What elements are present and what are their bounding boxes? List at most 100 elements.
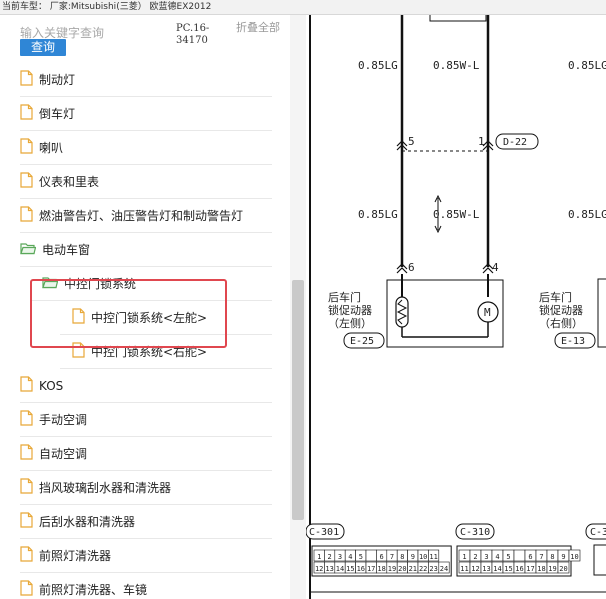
actuator-right-line-3: （右侧） [539, 316, 583, 330]
vertical-scrollbar[interactable] [290, 15, 306, 599]
file-icon [20, 545, 33, 566]
tree-item[interactable]: 中控门锁系统 [30, 267, 272, 301]
pin-number: 1 [462, 553, 466, 561]
tree-item[interactable]: 中控门锁系统<右舵> [60, 335, 272, 369]
search-area: 查询 PC.16-34170 折叠全部 [0, 15, 290, 61]
document-code: PC.16-34170 [176, 23, 210, 46]
folder-open-icon [20, 240, 37, 259]
tree-item[interactable]: 手动空调 [20, 403, 272, 437]
tree-item[interactable]: 倒车灯 [20, 97, 272, 131]
actuator-left-line-2: 锁促动器 [328, 303, 372, 317]
pin-number: 9 [561, 553, 565, 561]
tree-item-label: 手动空调 [39, 413, 88, 427]
pin-number: 23 [429, 565, 437, 573]
pin-number: 15 [504, 565, 512, 573]
tree-item-label: 前照灯清洗器、车镜 [39, 583, 148, 597]
pin-number: 5 [359, 553, 363, 561]
pin-number: 20 [559, 565, 567, 573]
tree-item[interactable]: KOS [20, 369, 272, 403]
pin-cell [513, 549, 526, 562]
collapse-all-link[interactable]: 折叠全部 [236, 22, 280, 34]
file-icon [20, 137, 33, 158]
tree-item[interactable]: 电动车窗 [20, 233, 272, 267]
pin-number: 19 [388, 565, 396, 573]
tree-item[interactable]: 自动空调 [20, 437, 272, 471]
pin-number: 5 [506, 553, 510, 561]
wire-label-3: 0.85LG [568, 59, 606, 72]
pin-number: 3 [484, 553, 488, 561]
pin-number: 10 [419, 553, 427, 561]
tree-item[interactable]: 中控门锁系统<左舵> [60, 301, 272, 335]
pin-number: 7 [390, 553, 394, 561]
wiring-diagram-svg: 0.85LG 0.85W-L 0.85LG 5 1 D-22 0.85LG 0.… [306, 15, 606, 599]
file-icon [20, 69, 33, 90]
connector-e25-label: E-25 [350, 336, 374, 347]
pin-number: 4 [348, 553, 352, 561]
file-icon [20, 443, 33, 464]
pin-number: 19 [548, 565, 556, 573]
connector-c310-label: C-310 [460, 527, 490, 538]
tree-item-label: 前照灯清洗器 [39, 549, 112, 563]
pin-number: 16 [515, 565, 523, 573]
tree-item-label: 电动车窗 [42, 243, 91, 257]
file-icon [20, 579, 33, 599]
tree-item-label: 中控门锁系统<左舵> [91, 311, 208, 325]
pin-number: 10 [570, 553, 578, 561]
pin-number: 2 [327, 553, 331, 561]
pin-number: 20 [398, 565, 406, 573]
tree-item-label: 中控门锁系统 [64, 277, 137, 291]
pin-number: 11 [429, 553, 437, 561]
wiring-diagram: 0.85LG 0.85W-L 0.85LG 5 1 D-22 0.85LG 0.… [306, 15, 606, 599]
pin-number: 14 [493, 565, 501, 573]
connector-c3-body [593, 544, 606, 576]
pin-label-6: 6 [408, 261, 415, 274]
pin-number: 18 [377, 565, 385, 573]
motor-label: M [484, 306, 491, 319]
actuator-right-line-1: 后车门 [539, 290, 572, 304]
connector-top-box [429, 15, 487, 22]
tree-item-label: 倒车灯 [39, 107, 76, 121]
pin-number: 12 [471, 565, 479, 573]
connector-c310-pins: 1 2 3 4 5 6 7 8 9 1011 12 13 14 15 16 17 18 19 20 [456, 545, 581, 577]
connector-d22-label: D-22 [503, 137, 527, 148]
file-icon [72, 307, 85, 328]
pin-number: 4 [495, 553, 499, 561]
wire-label-4: 0.85LG [358, 208, 398, 221]
pin-number: 21 [409, 565, 417, 573]
tree-item-label: KOS [39, 378, 64, 393]
pin-number: 17 [367, 565, 375, 573]
connector-c301-pins: 1 2 3 4 5 6 7 8 9 10 1112 13 14 15 16 17 18 19 20 21 22 23 24 [311, 545, 452, 577]
wire-label-5: 0.85W-L [433, 208, 480, 221]
tree-item[interactable]: 喇叭 [20, 131, 272, 165]
pin-number: 6 [528, 553, 532, 561]
tree-item-label: 后刮水器和清洗器 [39, 515, 136, 529]
tree-item-label: 喇叭 [39, 141, 64, 155]
tree-item[interactable]: 燃油警告灯、油压警告灯和制动警告灯 [20, 199, 272, 233]
pin-label-5: 5 [408, 135, 415, 148]
tree-item[interactable]: 挡风玻璃刮水器和清洗器 [20, 471, 272, 505]
current-vehicle-text: 当前车型： 厂家:Mitsubishi(三菱） 欧蓝德EX2012 [2, 2, 212, 12]
pin-number: 22 [419, 565, 427, 573]
tree-item-label: 自动空调 [39, 447, 88, 461]
tree-item[interactable]: 前照灯清洗器、车镜 [20, 573, 272, 599]
pin-number: 1 [317, 553, 321, 561]
wire-label-2: 0.85W-L [433, 59, 480, 72]
pin-number: 14 [336, 565, 344, 573]
folder-open-icon [42, 274, 59, 293]
scrollbar-thumb[interactable] [292, 280, 304, 520]
pin-number: 8 [400, 553, 404, 561]
tree-item[interactable]: 前照灯清洗器 [20, 539, 272, 573]
wire-label-6: 0.85LG [568, 208, 606, 221]
connector-e13-label: E-13 [561, 336, 585, 347]
tree-item[interactable]: 仪表和里表 [20, 165, 272, 199]
pin-number: 17 [526, 565, 534, 573]
tree-item[interactable]: 制动灯 [20, 63, 272, 97]
pin-label-1: 1 [478, 135, 485, 148]
pin-number: 6 [379, 553, 383, 561]
pin-number: 13 [325, 565, 333, 573]
tree-item[interactable]: 后刮水器和清洗器 [20, 505, 272, 539]
search-button[interactable]: 查询 [20, 39, 66, 56]
top-status-bar: 当前车型： 厂家:Mitsubishi(三菱） 欧蓝德EX2012 [0, 0, 606, 15]
pin-number: 15 [346, 565, 354, 573]
file-icon [20, 477, 33, 498]
